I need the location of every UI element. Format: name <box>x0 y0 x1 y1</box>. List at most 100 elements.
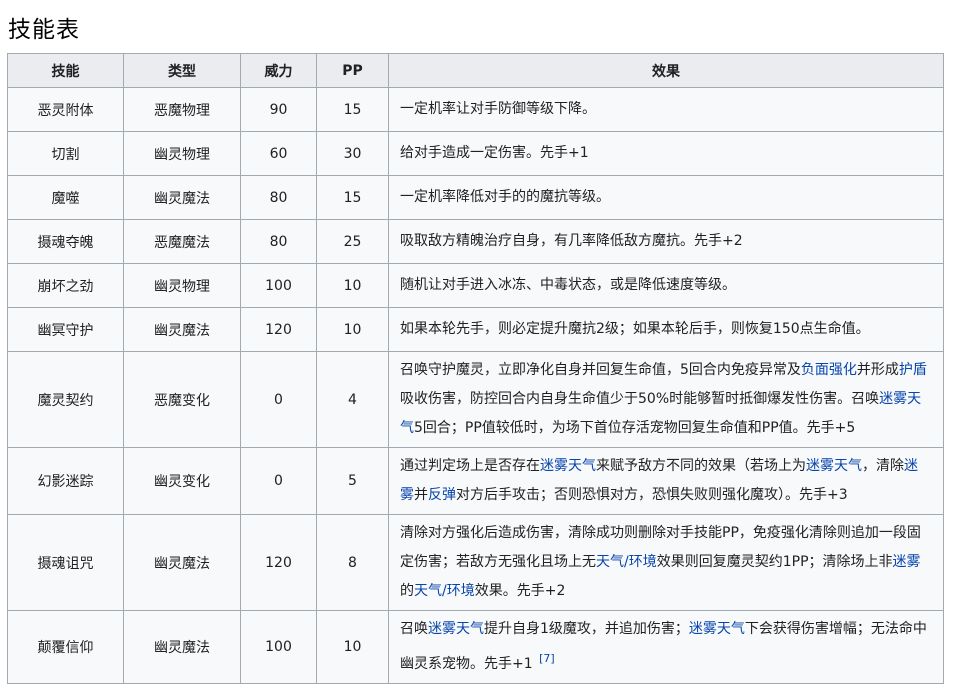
effect-text: 效果则回复魔灵契约1PP；清除场上非 <box>656 554 893 570</box>
effect-link[interactable]: 天气/环境 <box>414 583 475 599</box>
effect-text: 提升自身1级魔攻，并追加伤害； <box>484 621 689 637</box>
table-row: 摄魂诅咒 幽灵魔法 120 8 清除对方强化后造成伤害，清除成功则删除对手技能PP，免疫… <box>7 514 944 611</box>
table-row: 幽冥守护 幽灵魔法 120 10 如果本轮先手，则必定提升魔抗2级；如果本轮后手，则恢复… <box>7 307 944 352</box>
skill-effect-cell: 通过判定场上是否存在迷雾天气来赋予敌方不同的效果（若场上为迷雾天气，清除迷雾并反… <box>388 447 944 515</box>
skill-type-cell: 恶魔物理 <box>123 87 241 132</box>
skill-effect-cell: 召唤迷雾天气提升自身1级魔攻，并追加伤害；迷雾天气下会获得伤害增幅；无法命中幽灵… <box>388 610 944 684</box>
effect-text: 的 <box>400 583 414 599</box>
table-row: 崩坏之劲 幽灵物理 100 10 随机让对手进入冰冻、中毒状态，或是降低速度等级。 <box>7 263 944 308</box>
table-body: 恶灵附体 恶魔物理 90 15 一定机率让对手防御等级下降。 切割 幽灵物理 60 30 给对手造… <box>7 87 944 684</box>
skill-effect-cell: 如果本轮先手，则必定提升魔抗2级；如果本轮后手，则恢复150点生命值。 <box>388 307 944 352</box>
skill-pp-cell: 8 <box>316 514 389 611</box>
skill-pp-cell: 10 <box>316 610 389 684</box>
effect-link[interactable]: 负面强化 <box>801 362 857 378</box>
skill-power-cell: 100 <box>240 610 317 684</box>
skill-name-cell: 摄魂夺魄 <box>7 219 124 264</box>
skill-name-cell: 幽冥守护 <box>7 307 124 352</box>
table-header-row: 技能 类型 威力 PP 效果 <box>7 53 944 88</box>
skill-name-cell: 幻影迷踪 <box>7 447 124 515</box>
skill-name-cell: 颠覆信仰 <box>7 610 124 684</box>
effect-link[interactable]: 护盾 <box>899 362 927 378</box>
skill-effect-cell: 一定机率让对手防御等级下降。 <box>388 87 944 132</box>
skill-power-cell: 120 <box>240 514 317 611</box>
skill-type-cell: 幽灵变化 <box>123 447 241 515</box>
effect-link[interactable]: 天气/环境 <box>596 554 657 570</box>
page: 技能表 技能 类型 威力 PP 效果 恶灵附体 恶魔物理 90 15 一定机率让对手防御… <box>0 0 956 684</box>
skills-table: 技能 类型 威力 PP 效果 恶灵附体 恶魔物理 90 15 一定机率让对手防御等级下降… <box>7 53 944 684</box>
header-effect: 效果 <box>388 53 944 88</box>
effect-text: 通过判定场上是否存在 <box>400 458 540 474</box>
skill-power-cell: 120 <box>240 307 317 352</box>
skill-type-cell: 幽灵魔法 <box>123 175 241 220</box>
effect-link[interactable]: 迷雾天气 <box>540 458 596 474</box>
skill-effect-cell: 一定机率降低对手的的魔抗等级。 <box>388 175 944 220</box>
skill-pp-cell: 4 <box>316 351 389 448</box>
skill-name-cell: 魔噬 <box>7 175 124 220</box>
effect-link[interactable]: 迷雾天气 <box>689 621 745 637</box>
skill-power-cell: 0 <box>240 351 317 448</box>
skill-type-cell: 幽灵魔法 <box>123 307 241 352</box>
skill-pp-cell: 15 <box>316 87 389 132</box>
skill-power-cell: 60 <box>240 131 317 176</box>
effect-text: 召唤 <box>400 621 428 637</box>
skill-name-cell: 摄魂诅咒 <box>7 514 124 611</box>
skill-effect-cell: 给对手造成一定伤害。先手+1 <box>388 131 944 176</box>
effect-text: ，清除 <box>862 458 904 474</box>
skill-name-cell: 恶灵附体 <box>7 87 124 132</box>
effect-text: 并 <box>414 487 428 503</box>
skill-name-cell: 切割 <box>7 131 124 176</box>
table-row: 颠覆信仰 幽灵魔法 100 10 召唤迷雾天气提升自身1级魔攻，并追加伤害；迷雾天气下会… <box>7 610 944 684</box>
reference-link[interactable]: [7] <box>539 652 555 665</box>
skill-effect-cell: 清除对方强化后造成伤害，清除成功则删除对手技能PP，免疫强化清除则追加一段固定伤… <box>388 514 944 611</box>
skill-power-cell: 90 <box>240 87 317 132</box>
skill-effect-cell: 吸取敌方精魄治疗自身，有几率降低敌方魔抗。先手+2 <box>388 219 944 264</box>
effect-link[interactable]: 反弹 <box>428 487 456 503</box>
skill-pp-cell: 25 <box>316 219 389 264</box>
skill-pp-cell: 15 <box>316 175 389 220</box>
table-row: 幻影迷踪 幽灵变化 0 5 通过判定场上是否存在迷雾天气来赋予敌方不同的效果（若场上为迷… <box>7 447 944 515</box>
skill-effect-cell: 召唤守护魔灵，立即净化自身并回复生命值，5回合内免疫异常及负面强化并形成护盾吸收… <box>388 351 944 448</box>
skill-pp-cell: 30 <box>316 131 389 176</box>
effect-text: 对方后手攻击；否则恐惧对方，恐惧失败则强化魔攻）。先手+3 <box>456 487 848 503</box>
effect-text: 吸取敌方精魄治疗自身，有几率降低敌方魔抗。先手+2 <box>400 233 743 249</box>
skill-type-cell: 幽灵魔法 <box>123 514 241 611</box>
effect-text: 来赋予敌方不同的效果（若场上为 <box>596 458 806 474</box>
table-row: 魔噬 幽灵魔法 80 15 一定机率降低对手的的魔抗等级。 <box>7 175 944 220</box>
skill-effect-cell: 随机让对手进入冰冻、中毒状态，或是降低速度等级。 <box>388 263 944 308</box>
effect-link[interactable]: 迷雾天气 <box>806 458 862 474</box>
skill-pp-cell: 5 <box>316 447 389 515</box>
header-skill: 技能 <box>7 53 124 88</box>
effect-text: 吸收伤害，防控回合内自身生命值少于50%时能够暂时抵御爆发性伤害。召唤 <box>400 391 880 407</box>
header-power: 威力 <box>240 53 317 88</box>
skill-name-cell: 魔灵契约 <box>7 351 124 448</box>
effect-text: 一定机率让对手防御等级下降。 <box>400 101 596 117</box>
effect-text: 召唤守护魔灵，立即净化自身并回复生命值，5回合内免疫异常及 <box>400 362 801 378</box>
skill-power-cell: 0 <box>240 447 317 515</box>
effect-text: 并形成 <box>856 362 899 378</box>
skill-pp-cell: 10 <box>316 307 389 352</box>
effect-text: 5回合；PP值较低时，为场下首位存活宠物回复生命值和PP值。先手+5 <box>414 420 856 436</box>
table-row: 魔灵契约 恶魔变化 0 4 召唤守护魔灵，立即净化自身并回复生命值，5回合内免疫异常及负… <box>7 351 944 448</box>
effect-link[interactable]: 迷雾 <box>893 554 921 570</box>
skill-type-cell: 恶魔魔法 <box>123 219 241 264</box>
effect-link[interactable]: 迷雾天气 <box>428 621 484 637</box>
skill-pp-cell: 10 <box>316 263 389 308</box>
skill-power-cell: 80 <box>240 175 317 220</box>
table-row: 摄魂夺魄 恶魔魔法 80 25 吸取敌方精魄治疗自身，有几率降低敌方魔抗。先手+2 <box>7 219 944 264</box>
effect-text: 效果。先手+2 <box>474 583 566 599</box>
skill-type-cell: 幽灵物理 <box>123 131 241 176</box>
skill-type-cell: 幽灵物理 <box>123 263 241 308</box>
skill-power-cell: 100 <box>240 263 317 308</box>
header-type: 类型 <box>123 53 241 88</box>
skill-type-cell: 恶魔变化 <box>123 351 241 448</box>
effect-text: 如果本轮先手，则必定提升魔抗2级；如果本轮后手，则恢复150点生命值。 <box>400 321 870 337</box>
effect-text: 随机让对手进入冰冻、中毒状态，或是降低速度等级。 <box>400 277 736 293</box>
page-title: 技能表 <box>8 17 80 43</box>
skill-power-cell: 80 <box>240 219 317 264</box>
effect-text: 给对手造成一定伤害。先手+1 <box>400 145 589 161</box>
effect-text: 一定机率降低对手的的魔抗等级。 <box>400 189 610 205</box>
table-row: 恶灵附体 恶魔物理 90 15 一定机率让对手防御等级下降。 <box>7 87 944 132</box>
skill-type-cell: 幽灵魔法 <box>123 610 241 684</box>
header-pp: PP <box>316 53 389 88</box>
table-row: 切割 幽灵物理 60 30 给对手造成一定伤害。先手+1 <box>7 131 944 176</box>
